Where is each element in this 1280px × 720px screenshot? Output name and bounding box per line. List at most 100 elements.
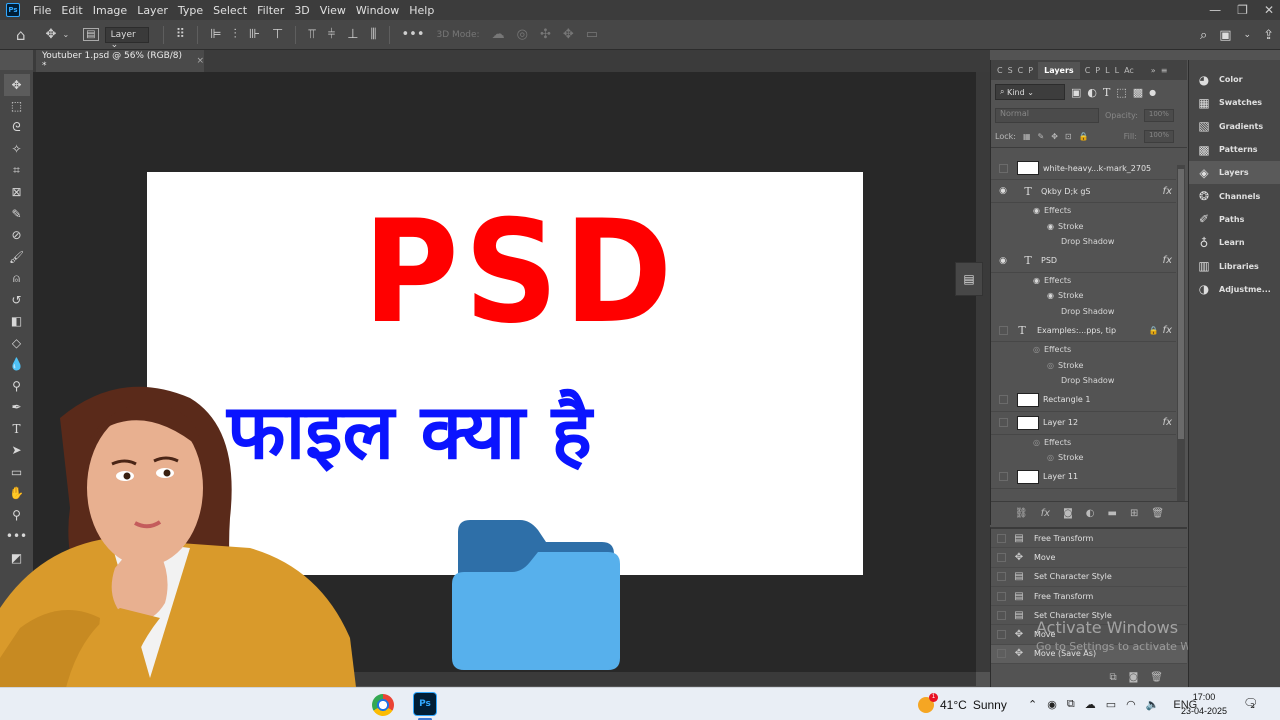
layer-row[interactable]: Rectangle 1	[991, 389, 1176, 412]
record-icon[interactable]: ◉	[1047, 698, 1057, 711]
dock-learn[interactable]: ♁ Learn	[1189, 231, 1280, 254]
fx-icon[interactable]: fx	[1163, 417, 1172, 428]
history-item[interactable]: ✥ Move	[991, 548, 1187, 568]
filter-pixel-icon[interactable]: ▣	[1071, 86, 1081, 99]
share-icon[interactable]: ⇪	[1263, 28, 1274, 43]
brush-tool-icon[interactable]: 🖌	[4, 246, 30, 268]
dock-paths[interactable]: ✐ Paths	[1189, 208, 1280, 231]
filter-toggle-icon[interactable]: ●	[1149, 88, 1156, 97]
crop-tool-icon[interactable]: ⌗	[4, 160, 30, 182]
eyedropper-tool-icon[interactable]: ✎	[4, 203, 30, 225]
lock-pixels-icon[interactable]: ▦	[1023, 132, 1031, 141]
lock-all-icon[interactable]: 🔒	[1079, 132, 1089, 141]
menu-image[interactable]: Image	[88, 4, 132, 17]
history-item[interactable]: ▤ Free Transform	[991, 587, 1187, 607]
3d-pan-icon[interactable]: ✣	[540, 27, 551, 42]
align-right-icon[interactable]: ⊪	[249, 27, 260, 42]
snapshot-checkbox[interactable]	[997, 591, 1006, 601]
eye-icon[interactable]: ◉	[1033, 276, 1040, 285]
menu-3d[interactable]: 3D	[289, 4, 314, 17]
lock-paint-icon[interactable]: ✎	[1038, 132, 1045, 141]
notification-center-icon[interactable]: 🗨2	[1243, 696, 1263, 712]
eye-icon[interactable]: ◎	[1033, 345, 1040, 354]
3d-orbit-icon[interactable]: ☁	[492, 27, 505, 42]
eraser-tool-icon[interactable]: ◧	[4, 311, 30, 333]
snapshot-checkbox[interactable]	[997, 572, 1006, 582]
layer-row[interactable]: T Examples:...pps, tip 🔒 fx	[991, 319, 1176, 342]
chevron-down-icon[interactable]: ⌄	[62, 30, 69, 39]
menu-type[interactable]: Type	[173, 4, 208, 17]
workspace-icon[interactable]: ▣	[1219, 28, 1231, 43]
restore-button[interactable]: ❐	[1237, 3, 1248, 17]
kind-filter-dropdown[interactable]: ⌕ Kind ⌄	[995, 84, 1065, 100]
fill-field[interactable]: 100%	[1143, 130, 1174, 143]
dock-color[interactable]: ◕ Color	[1189, 68, 1280, 91]
lasso-tool-icon[interactable]: ᘓ	[4, 117, 30, 139]
scrollbar-thumb[interactable]	[1178, 169, 1184, 439]
panel-tab-l2[interactable]: L	[1115, 66, 1119, 75]
home-icon[interactable]: ⌂	[16, 26, 26, 44]
photoshop-app-icon[interactable]: Ps	[413, 692, 437, 716]
meet-now-icon[interactable]: ⧉	[1067, 698, 1075, 711]
eye-icon[interactable]: ◉	[1047, 291, 1054, 300]
3d-slide-icon[interactable]: ✥	[563, 27, 574, 42]
search-icon[interactable]: ⌕	[1200, 28, 1207, 43]
move-tool-icon[interactable]: ✥	[3, 74, 30, 96]
add-mask-icon[interactable]: ◙	[1063, 508, 1073, 519]
menu-select[interactable]: Select	[208, 4, 252, 17]
adjustment-layer-icon[interactable]: ◐	[1086, 508, 1095, 519]
eye-icon[interactable]: ◉	[1047, 222, 1054, 231]
menu-file[interactable]: File	[28, 4, 56, 17]
canvas-vertical-scrollbar[interactable]	[976, 72, 990, 672]
add-style-icon[interactable]: fx	[1041, 508, 1050, 519]
history-item[interactable]: ▤ Free Transform	[991, 529, 1187, 549]
eye-icon[interactable]: ◉	[991, 256, 1015, 266]
visibility-toggle[interactable]	[999, 395, 1008, 404]
new-group-icon[interactable]: ▬	[1108, 508, 1117, 519]
align-top-icon[interactable]: ⊤	[272, 27, 283, 42]
filter-shape-icon[interactable]: ⬚	[1116, 86, 1126, 99]
opacity-field[interactable]: 100%	[1143, 108, 1174, 122]
blur-tool-icon[interactable]: 💧	[4, 354, 30, 376]
layer-row[interactable]: Layer 12 fx	[991, 412, 1176, 435]
collapsed-properties-panel[interactable]: ▤	[955, 262, 983, 296]
snapshot-checkbox[interactable]	[997, 649, 1006, 659]
panel-tab-l1[interactable]: L	[1105, 66, 1109, 75]
tab-youtuber-psd[interactable]: Youtuber 1.psd @ 56% (RGB/8) * ×	[36, 50, 204, 72]
3d-roll-icon[interactable]: ◎	[517, 27, 528, 42]
new-layer-icon[interactable]: ⊞	[1130, 508, 1138, 519]
menu-window[interactable]: Window	[351, 4, 404, 17]
align-bottom-icon[interactable]: ⊥	[347, 27, 358, 42]
fx-icon[interactable]: fx	[1163, 255, 1172, 266]
panel-tab-p2[interactable]: P	[1095, 66, 1100, 75]
layer-row[interactable]: ◉ T PSD fx	[991, 250, 1176, 273]
layer-row[interactable]: white-heavy...k-mark_2705	[991, 157, 1176, 180]
history-brush-tool-icon[interactable]: ↺	[4, 289, 30, 311]
battery-icon[interactable]: ▭	[1106, 698, 1116, 711]
frame-tool-icon[interactable]: ⊠	[4, 182, 30, 204]
wifi-icon[interactable]: ◠	[1126, 698, 1136, 711]
menu-layer[interactable]: Layer	[132, 4, 173, 17]
delete-layer-icon[interactable]: 🗑	[1151, 508, 1164, 519]
dock-gradients[interactable]: ▧ Gradients	[1189, 115, 1280, 138]
filter-smart-object-icon[interactable]: ▩	[1133, 86, 1143, 99]
magic-wand-tool-icon[interactable]: ✧	[4, 139, 30, 161]
minimize-button[interactable]: —	[1209, 3, 1221, 17]
close-button[interactable]: ✕	[1264, 3, 1274, 17]
lock-artboard-icon[interactable]: ⊡	[1065, 132, 1072, 141]
menu-help[interactable]: Help	[404, 4, 439, 17]
visibility-toggle[interactable]	[999, 472, 1008, 481]
layer-row[interactable]: ◉ T Qkby D;k gS fx	[991, 180, 1176, 203]
menu-edit[interactable]: Edit	[56, 4, 87, 17]
snapshot-checkbox[interactable]	[997, 610, 1006, 620]
panel-tab-s[interactable]: S	[1008, 66, 1013, 75]
link-layers-icon[interactable]: ⛓	[1015, 508, 1028, 519]
layers-scrollbar[interactable]	[1177, 165, 1185, 501]
filter-adjustment-icon[interactable]: ◐	[1087, 86, 1097, 99]
snapshot-checkbox[interactable]	[997, 533, 1006, 543]
panel-tab-c2[interactable]: C	[1018, 66, 1024, 75]
photoshop-logo-icon[interactable]: Ps	[6, 3, 20, 17]
snapshot-checkbox[interactable]	[997, 630, 1006, 640]
marquee-tool-icon[interactable]: ⬚	[4, 96, 30, 118]
dock-adjustments[interactable]: ◑ Adjustme...	[1189, 278, 1280, 301]
